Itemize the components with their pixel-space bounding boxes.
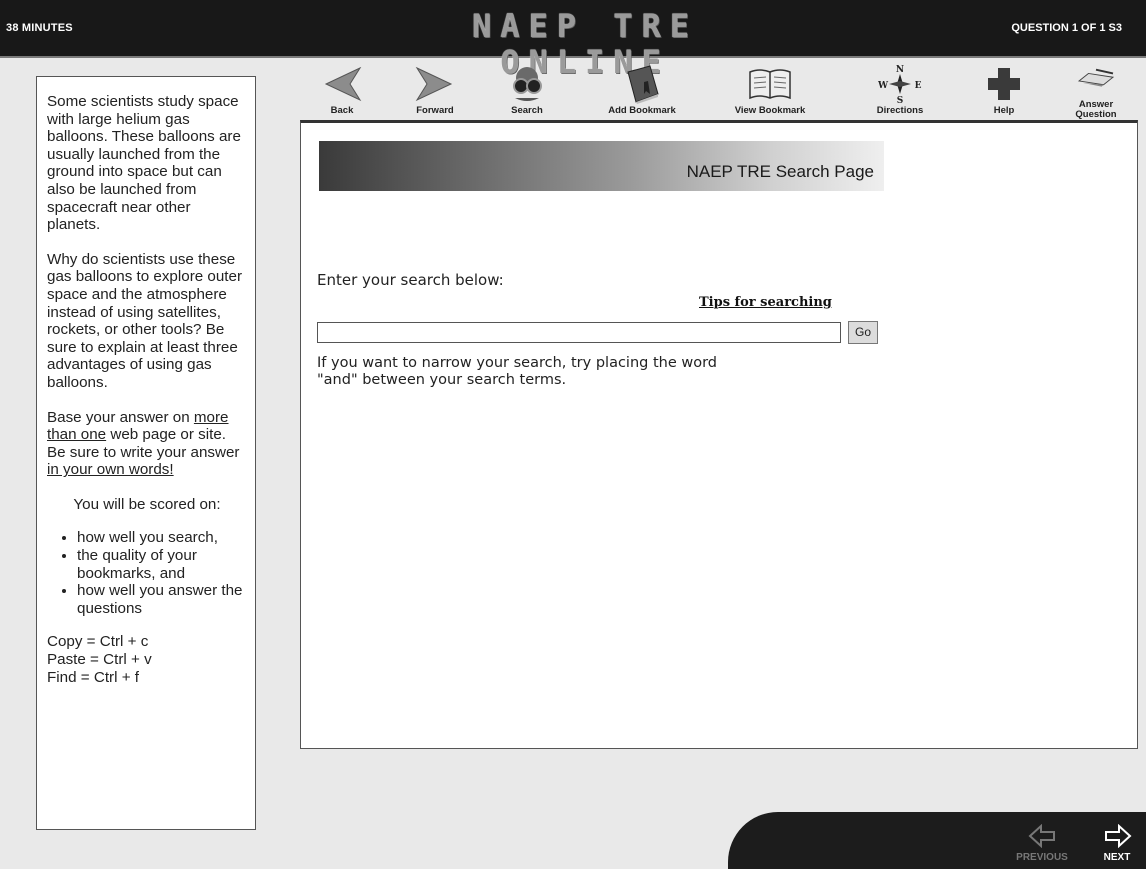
forward-button[interactable]: Forward — [410, 58, 460, 122]
keyboard-shortcuts: Copy = Ctrl + c Paste = Ctrl + v Find = … — [47, 633, 247, 686]
list-item: the quality of your bookmarks, and — [77, 547, 247, 582]
scoring-heading: You will be scored on: — [73, 495, 221, 513]
shortcut-paste: Paste = Ctrl + v — [47, 651, 152, 669]
next-label: NEXT — [1103, 852, 1131, 863]
view-bookmark-button[interactable]: View Bookmark — [732, 58, 808, 122]
view-bookmark-label: View Bookmark — [734, 105, 806, 116]
svg-text:W: W — [878, 81, 889, 91]
directions-button[interactable]: N S W E Directions — [872, 58, 928, 122]
answer-pencil-icon — [1077, 68, 1115, 87]
back-label: Back — [330, 105, 354, 116]
view-bookmark-icon — [749, 69, 791, 100]
add-bookmark-icon — [627, 65, 659, 104]
previous-label: PREVIOUS — [1016, 852, 1068, 863]
list-item: how well you answer the questions — [77, 582, 247, 617]
back-arrow-icon — [324, 66, 362, 102]
add-bookmark-button[interactable]: Add Bookmark — [608, 58, 676, 122]
tips-for-searching-link[interactable]: Tips for searching — [699, 295, 832, 310]
go-button[interactable]: Go — [848, 321, 878, 344]
question-prompt-panel: Some scientists study space with large h… — [36, 76, 256, 830]
prompt-intro: Some scientists study space with large h… — [47, 93, 241, 234]
back-button[interactable]: Back — [322, 58, 362, 122]
search-binoculars-icon — [513, 67, 542, 101]
scoring-criteria-list: how well you search, the quality of your… — [47, 529, 247, 617]
previous-arrow-icon — [1028, 824, 1055, 848]
answer-question-button[interactable]: Answer Question — [1068, 58, 1124, 122]
help-cross-icon — [988, 68, 1020, 100]
forward-label: Forward — [416, 105, 454, 116]
add-bookmark-label: Add Bookmark — [608, 105, 676, 116]
browser-toolbar: Back Forward Search Add Bookmark View Bo… — [300, 58, 1140, 122]
time-remaining: 38 MINUTES — [6, 22, 73, 34]
search-input[interactable] — [317, 322, 841, 343]
search-prompt: Enter your search below: — [317, 271, 504, 289]
directions-label: Directions — [876, 105, 924, 116]
shortcut-copy: Copy = Ctrl + c — [47, 633, 149, 651]
answer-question-label: Answer Question — [1075, 99, 1117, 120]
prompt-instructions: Base your answer on more than one web pa… — [47, 408, 240, 479]
list-item: how well you search, — [77, 529, 247, 547]
forward-arrow-icon — [415, 66, 453, 102]
svg-text:S: S — [897, 96, 904, 104]
search-page-banner: NAEP TRE Search Page — [319, 141, 884, 191]
top-bar: 38 MINUTES NAEP TRE ONLINE QUESTION 1 OF… — [0, 0, 1146, 81]
previous-button[interactable]: PREVIOUS — [1012, 818, 1072, 866]
app-title: NAEP TRE ONLINE — [471, 7, 699, 81]
bottom-navigation: PREVIOUS NEXT — [728, 812, 1146, 869]
prompt-question: Why do scientists use these gas balloons… — [47, 250, 243, 391]
banner-title: NAEP TRE Search Page — [686, 162, 874, 181]
svg-text:E: E — [915, 81, 922, 91]
next-button[interactable]: NEXT — [1090, 818, 1144, 866]
question-counter: QUESTION 1 OF 1 S3 — [1011, 22, 1122, 34]
help-label: Help — [993, 105, 1015, 116]
help-button[interactable]: Help — [984, 58, 1024, 122]
search-label: Search — [511, 105, 543, 116]
next-arrow-icon — [1105, 824, 1132, 848]
search-hint: If you want to narrow your search, try p… — [317, 355, 718, 388]
search-button[interactable]: Search — [503, 58, 551, 122]
web-content-frame: NAEP TRE Search Page Enter your search b… — [300, 120, 1138, 749]
compass-directions-icon: N S W E — [878, 65, 922, 104]
svg-text:N: N — [896, 65, 904, 75]
shortcut-find: Find = Ctrl + f — [47, 668, 140, 686]
